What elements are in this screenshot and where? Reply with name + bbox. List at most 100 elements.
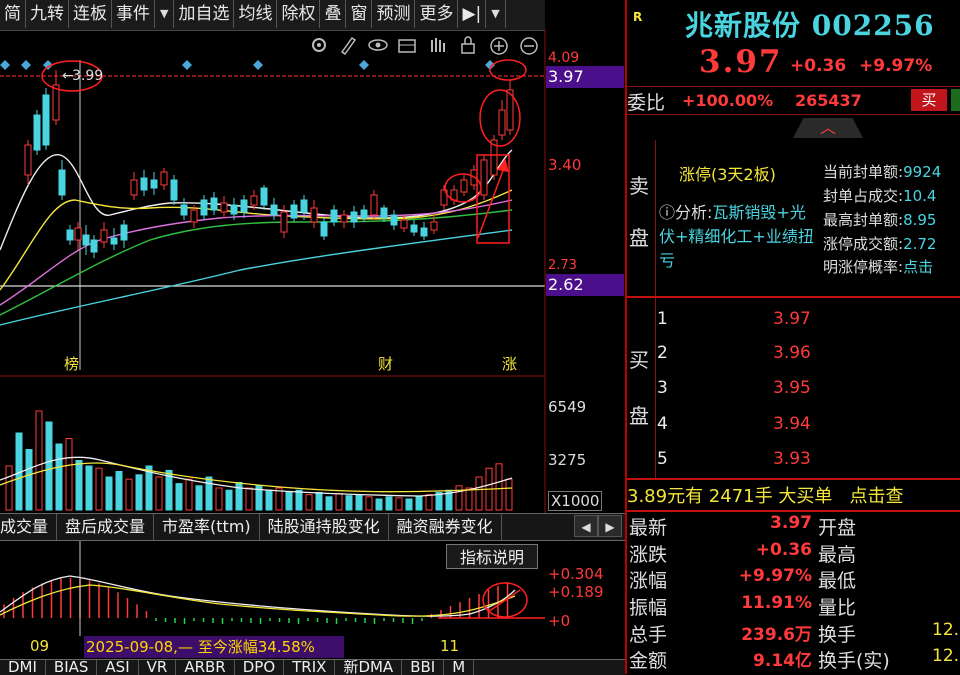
gear-icon[interactable]: [312, 38, 326, 52]
volume-bar: [265, 489, 273, 511]
hand-icon[interactable]: [431, 38, 445, 52]
volume-bar: [185, 478, 193, 511]
candle-body: [400, 219, 408, 229]
candle-body: [280, 211, 288, 233]
stat-row[interactable]: 明涨停概率:点击: [823, 256, 933, 277]
tab-dmi[interactable]: DMI: [0, 660, 46, 675]
volume-axis-mid: 3275: [548, 451, 587, 469]
pen-icon[interactable]: [340, 36, 357, 56]
tab-arbr[interactable]: ARBR: [176, 660, 235, 675]
volume-bar: [125, 478, 133, 511]
quote-row: 涨幅 +9.97% 最低: [629, 566, 857, 592]
price-change: +0.36: [790, 56, 847, 76]
candle-body: [58, 169, 66, 196]
tab-after-hours-volume[interactable]: 盘后成交量: [57, 514, 155, 540]
candle-body: [498, 109, 506, 136]
bid-row[interactable]: 43.941: [657, 414, 960, 444]
candle-body: [320, 221, 328, 237]
candle-body: [410, 224, 418, 233]
big-order-notice[interactable]: 3.89元有 2471手 大买单 点击查: [627, 482, 904, 508]
buy-button[interactable]: 买: [911, 89, 947, 111]
stat-row: 涨停成交额:2.72: [823, 235, 937, 253]
tab-northbound-holding[interactable]: 陆股通持股变化: [260, 514, 389, 540]
candle-body: [160, 171, 168, 186]
volume-bar: [345, 495, 353, 511]
candle-body: [460, 179, 468, 193]
bottom-indicator-tabs: DMI BIAS ASI VR ARBR DPO TRIX 新DMA BBI M: [0, 659, 625, 675]
macd-axis-3: +0: [548, 612, 571, 630]
stat-row: 当前封单额:9924: [823, 163, 942, 181]
toolbox-icon[interactable]: [398, 39, 416, 53]
kline-chart[interactable]: ← 3.99: [0, 0, 625, 674]
tab-margin-trading[interactable]: 融资融券变化: [389, 514, 502, 540]
volume-bar: [465, 487, 473, 511]
tab-vr[interactable]: VR: [139, 660, 177, 675]
tab-asi[interactable]: ASI: [97, 660, 139, 675]
tab-next-button[interactable]: ▶: [598, 515, 622, 537]
stat-row: 封单占成交:10.4: [823, 187, 937, 205]
event-mark-zhang[interactable]: 涨: [502, 353, 517, 374]
collapse-icon[interactable]: ︿: [793, 118, 863, 138]
volume-bar: [235, 482, 243, 511]
tab-trix[interactable]: TRIX: [284, 660, 336, 675]
indicator-help-button[interactable]: 指标说明: [446, 544, 538, 569]
volume-bar: [455, 485, 463, 511]
volume-bar: [105, 476, 113, 511]
volume-bar: [25, 449, 33, 511]
volume-bar: [85, 465, 93, 511]
candle-body: [340, 214, 348, 223]
volume-bar: [415, 496, 423, 511]
candle-body: [240, 199, 248, 213]
quote-panel: R 兆新股份 002256 3.97 +0.36 +9.97% 委比 +100.…: [625, 0, 960, 674]
side-tag[interactable]: [951, 89, 960, 111]
tab-dpo[interactable]: DPO: [235, 660, 285, 675]
candle-body: [350, 211, 358, 223]
tab-pe-ttm[interactable]: 市盈率(ttm): [154, 514, 260, 540]
lock-icon[interactable]: [461, 36, 475, 54]
zoom-out-icon[interactable]: [520, 37, 538, 55]
candle-body: [250, 195, 258, 206]
candle-body: [480, 159, 488, 196]
bid-row[interactable]: 23.966: [657, 343, 960, 373]
price-axis-low: 2.73: [548, 258, 577, 273]
candle-body: [220, 202, 228, 213]
volume-bar: [95, 467, 103, 511]
event-mark-bang[interactable]: 榜: [64, 353, 79, 374]
low-price-box: 2.62: [546, 274, 624, 296]
candle-body: [90, 239, 98, 253]
candle-body: [52, 84, 60, 121]
eye-icon[interactable]: [368, 39, 388, 51]
quote-row: 振幅 11.91% 量比: [629, 593, 857, 619]
event-mark-cai[interactable]: 财: [378, 353, 393, 374]
tab-volume[interactable]: 成交量: [0, 514, 58, 540]
tab-bias[interactable]: BIAS: [46, 660, 98, 675]
bid-row[interactable]: 53.935: [657, 449, 960, 479]
tab-prev-button[interactable]: ◀: [574, 515, 598, 537]
bid-row[interactable]: 3 3.95: [657, 378, 960, 408]
stock-name[interactable]: 兆新股份 002256: [685, 4, 935, 44]
tab-bbi[interactable]: BBI: [402, 660, 445, 675]
volume-axis-unit: X1000: [548, 491, 603, 511]
candle-body: [130, 179, 138, 196]
high-marker-value: 3.99: [72, 68, 103, 84]
weibi-value: 265437: [795, 91, 862, 110]
macd-lines: [0, 575, 516, 617]
weibi-pct: +100.00%: [682, 91, 774, 110]
volume-bar: [285, 491, 293, 511]
zoom-in-icon[interactable]: [490, 37, 508, 55]
tab-new-dma[interactable]: 新DMA: [335, 660, 403, 675]
candle-body: [260, 187, 268, 206]
sell-side-char-2: 盘: [629, 226, 649, 250]
candle-body: [420, 227, 428, 237]
last-price: 3.97: [699, 44, 783, 80]
bid-row[interactable]: 13.97249: [657, 309, 960, 339]
candle-body: [210, 197, 218, 211]
volume-bar: [405, 498, 413, 511]
candle-body: [290, 204, 298, 219]
tab-m[interactable]: M: [444, 660, 475, 675]
buy-side-char-1: 买: [629, 348, 649, 372]
candle-body: [170, 179, 178, 201]
volume-bar: [135, 474, 143, 511]
candle-body: [430, 221, 438, 231]
volume-bar: [245, 487, 253, 511]
